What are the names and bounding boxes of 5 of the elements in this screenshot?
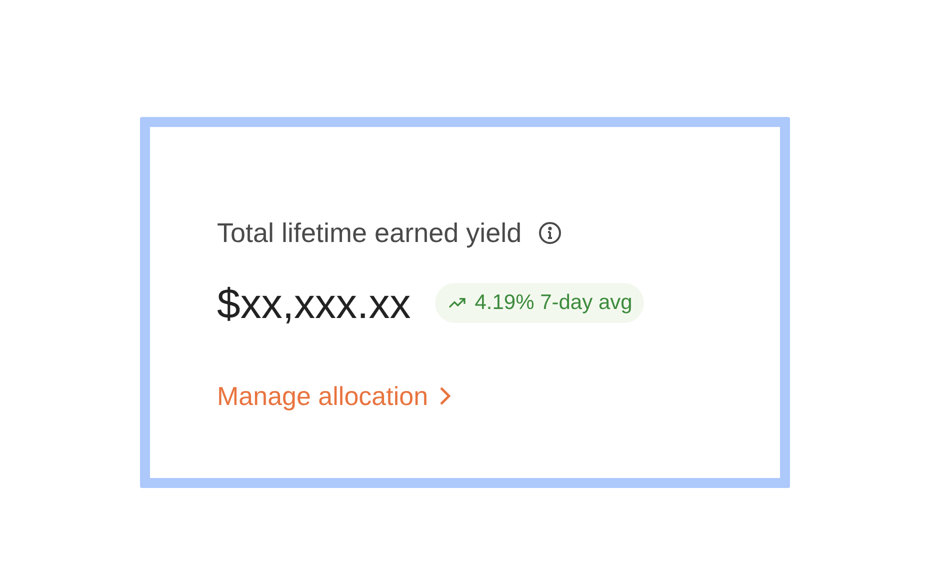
card-title: Total lifetime earned yield bbox=[217, 217, 522, 250]
yield-amount: $xx,xxx.xx bbox=[217, 278, 411, 328]
manage-allocation-link[interactable]: Manage allocation bbox=[217, 376, 454, 416]
trend-badge: 4.19% 7-day avg bbox=[434, 283, 644, 323]
info-icon bbox=[538, 221, 562, 246]
